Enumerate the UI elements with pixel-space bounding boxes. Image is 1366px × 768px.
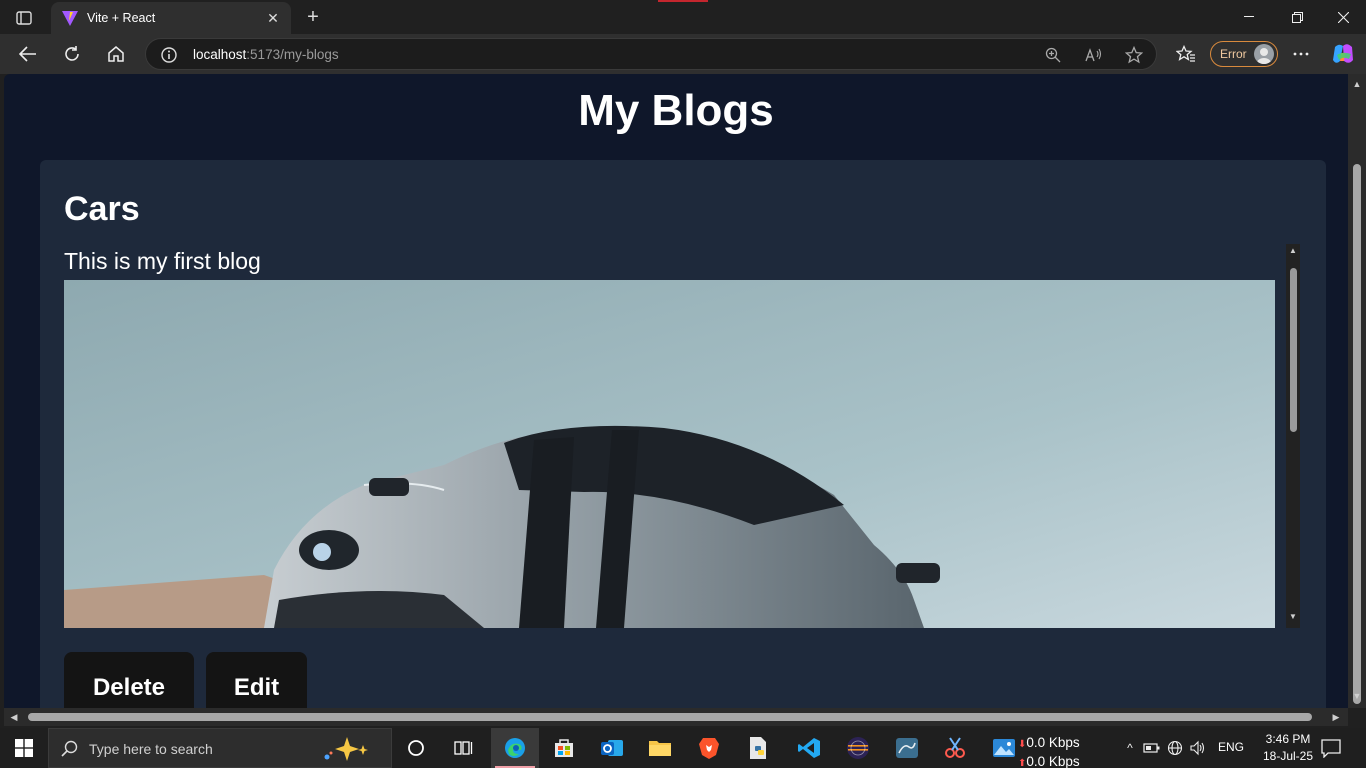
home-button[interactable]: [101, 40, 131, 68]
reload-button[interactable]: [57, 40, 87, 68]
blog-inner-scrollbar[interactable]: ▲ ▼: [1286, 244, 1300, 628]
network-globe-icon[interactable]: [1166, 740, 1184, 756]
tab-title: Vite + React: [87, 11, 156, 25]
eclipse-ide-icon[interactable]: [834, 728, 882, 768]
python-file-icon[interactable]: [734, 728, 782, 768]
page-vertical-scrollbar[interactable]: ▲ ▼: [1348, 74, 1366, 708]
microsoft-store-icon[interactable]: [540, 728, 588, 768]
windows-start-button[interactable]: [0, 728, 48, 768]
search-icon: [61, 740, 79, 763]
clock-time: 3:46 PM: [1265, 732, 1311, 746]
more-options-icon[interactable]: [1286, 40, 1316, 68]
network-speed-monitor: ⬇0.0 Kbps ⬆0.0 Kbps: [1018, 734, 1080, 768]
zoom-icon[interactable]: [1043, 45, 1063, 65]
volume-icon[interactable]: [1189, 740, 1207, 756]
favorites-icon[interactable]: [1171, 40, 1201, 68]
vscode-icon[interactable]: [785, 728, 833, 768]
edit-button[interactable]: Edit: [206, 652, 307, 708]
url-text: localhost:5173/my-blogs: [193, 47, 339, 62]
delete-button[interactable]: Delete: [64, 652, 194, 708]
edge-taskbar-icon[interactable]: [491, 728, 539, 768]
page-scroll-up-icon[interactable]: ▲: [1351, 78, 1363, 90]
system-clock[interactable]: 3:46 PM 18-Jul-25: [1256, 731, 1320, 765]
close-tab-icon[interactable]: ✕: [265, 10, 281, 26]
page-scroll-down-icon[interactable]: ▼: [1351, 690, 1363, 702]
outlook-icon[interactable]: [588, 728, 636, 768]
task-view-icon[interactable]: [440, 728, 488, 768]
input-language[interactable]: ENG: [1218, 740, 1244, 754]
snipping-tool-icon[interactable]: [931, 728, 979, 768]
new-tab-button[interactable]: +: [301, 5, 325, 29]
profile-avatar-icon: [1254, 44, 1274, 64]
favorite-star-icon[interactable]: [1124, 45, 1144, 65]
browser-tab-active[interactable]: Vite + React ✕: [51, 2, 291, 34]
minimize-button[interactable]: [1226, 0, 1272, 34]
blog-description: This is my first blog: [64, 248, 261, 274]
page-scroll-right-icon[interactable]: ▶: [1330, 711, 1342, 723]
brave-browser-icon[interactable]: [685, 728, 733, 768]
profile-error-label: Error: [1220, 47, 1247, 61]
blog-image: [64, 280, 1275, 628]
back-button[interactable]: [13, 40, 43, 68]
blog-inner-scroll-thumb[interactable]: [1290, 268, 1297, 432]
address-bar[interactable]: localhost:5173/my-blogs: [145, 38, 1157, 70]
net-up-value: 0.0 Kbps: [1026, 754, 1080, 768]
recording-indicator: [658, 0, 708, 2]
net-down-value: 0.0 Kbps: [1026, 735, 1080, 750]
close-window-button[interactable]: [1320, 0, 1366, 34]
windows-taskbar: Type here to search ⬇0.0 Kbps ⬆0.0 Kbps …: [0, 728, 1366, 768]
file-explorer-icon[interactable]: [636, 728, 684, 768]
url-host: localhost: [193, 47, 247, 62]
search-placeholder: Type here to search: [89, 741, 213, 757]
notification-center-icon[interactable]: [1320, 738, 1342, 759]
url-path: :5173/my-blogs: [246, 47, 339, 62]
page-horizontal-scrollbar[interactable]: ◀ ▶: [4, 708, 1348, 726]
battery-icon[interactable]: [1143, 740, 1161, 756]
blog-title: Cars: [64, 190, 140, 228]
page-scroll-left-icon[interactable]: ◀: [8, 711, 20, 723]
clock-date: 18-Jul-25: [1262, 749, 1314, 763]
read-aloud-icon[interactable]: [1084, 45, 1104, 65]
tab-strip: Vite + React ✕ +: [0, 0, 1366, 34]
show-hidden-icons-chevron-icon[interactable]: ^: [1121, 740, 1139, 756]
profile-error-button[interactable]: Error: [1210, 41, 1278, 67]
cortana-icon[interactable]: [392, 728, 440, 768]
page-title: My Blogs: [578, 86, 774, 135]
mysql-workbench-icon[interactable]: [883, 728, 931, 768]
vite-logo-icon: [61, 9, 79, 27]
scroll-up-arrow-icon[interactable]: ▲: [1288, 246, 1298, 256]
page-horizontal-scroll-thumb[interactable]: [28, 713, 1312, 721]
blog-card: Cars This is my first blog ▲ ▼ Delete Ed…: [40, 160, 1326, 708]
scroll-down-arrow-icon[interactable]: ▼: [1288, 612, 1298, 622]
tab-actions-icon[interactable]: [10, 7, 38, 29]
browser-toolbar: localhost:5173/my-blogs Error: [0, 34, 1366, 74]
page-vertical-scroll-thumb[interactable]: [1353, 164, 1361, 704]
site-info-icon[interactable]: [160, 46, 178, 64]
taskbar-search-box[interactable]: Type here to search: [48, 728, 392, 768]
restore-button[interactable]: [1274, 0, 1320, 34]
copilot-icon[interactable]: [1328, 40, 1358, 68]
search-highlight-icon[interactable]: [321, 735, 381, 768]
page-viewport: My Blogs Cars This is my first blog ▲ ▼ …: [4, 74, 1348, 708]
